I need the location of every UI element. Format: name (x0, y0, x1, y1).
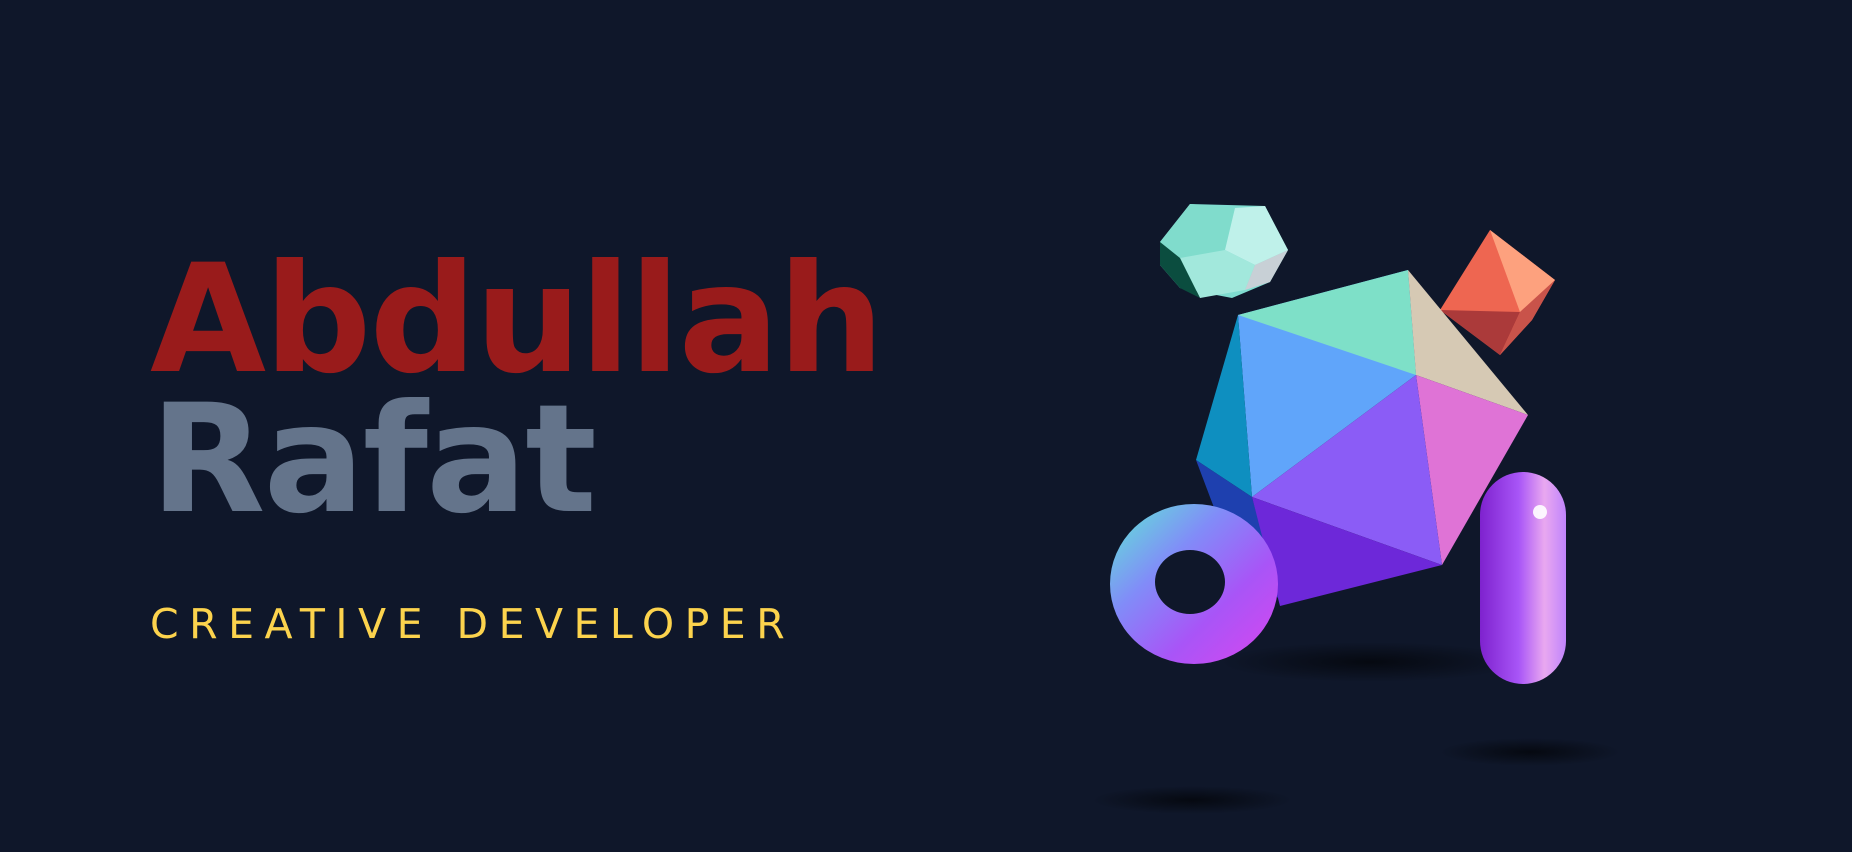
last-name: Rafat (150, 373, 597, 547)
capsule-icon[interactable] (1480, 472, 1566, 684)
shadow-main (1220, 642, 1520, 682)
tagline: CREATIVE DEVELOPER (150, 600, 796, 648)
3d-scene[interactable] (1080, 180, 1640, 840)
shadow-right (1440, 738, 1620, 766)
dodecahedron-icon[interactable] (1160, 204, 1288, 298)
torus-icon[interactable] (1110, 504, 1278, 664)
hero-page: Abdullah Rafat CREATIVE DEVELOPER (0, 0, 1852, 852)
hero-name: Abdullah Rafat (150, 245, 884, 547)
shadow-left (1092, 786, 1292, 814)
